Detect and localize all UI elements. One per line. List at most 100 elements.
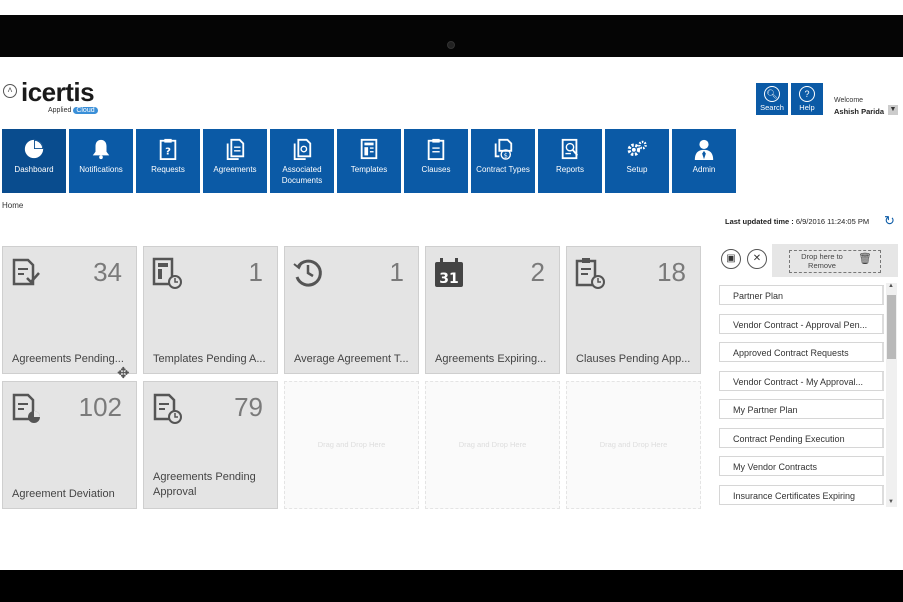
save-layout-icon[interactable]: ▣: [721, 249, 741, 269]
scroll-down-icon[interactable]: ▼: [888, 499, 894, 505]
tile-label: Average Agreement T...: [294, 353, 409, 365]
search-button-label: Search: [760, 103, 784, 112]
nav-label: Templates: [350, 165, 388, 174]
nav-associated-documents[interactable]: Associated Documents: [270, 129, 334, 193]
tile-label: Agreement Deviation: [12, 488, 115, 500]
nav-clauses[interactable]: Clauses: [404, 129, 468, 193]
gears-icon: [627, 140, 647, 157]
document-check-icon: [12, 258, 40, 286]
list-item[interactable]: Vendor Contract - My Approval...: [719, 371, 884, 391]
history-clock-icon: [293, 259, 322, 287]
nav-setup[interactable]: Setup: [605, 129, 669, 193]
help-button[interactable]: ? Help: [791, 83, 823, 115]
welcome-label: Welcome: [834, 97, 864, 104]
tile-label: Agreements Expiring...: [435, 353, 547, 365]
dashboard-tile[interactable]: 31 2 Agreements Expiring...: [425, 246, 560, 374]
dashboard-tile[interactable]: 102 Agreement Deviation: [2, 381, 137, 509]
trash-icon: 🗑︎: [858, 253, 872, 265]
app-screen: ˄ icertis Applied Cloud 🔍︎ Search ? Help…: [0, 57, 903, 570]
tile-count: 1: [248, 257, 263, 287]
svg-text:$: $: [504, 151, 508, 159]
nav-label: Associated Documents: [281, 165, 323, 185]
nav-label: Agreements: [213, 165, 257, 174]
list-item[interactable]: Vendor Contract - Approval Pen...: [719, 314, 884, 334]
device-bezel-top: [0, 15, 903, 57]
dashboard-tile[interactable]: 34 Agreements Pending...: [2, 246, 137, 374]
tile-count: 1: [389, 257, 404, 287]
contract-type-icon: $: [494, 138, 513, 160]
nav-label: Contract Types: [476, 165, 530, 174]
list-item[interactable]: My Vendor Contracts: [719, 456, 884, 476]
list-item[interactable]: Contract Pending Execution: [719, 428, 884, 448]
last-updated-time: Last updated time : 6/9/2016 11:24:05 PM: [725, 217, 870, 226]
user-menu-dropdown-icon[interactable]: ▼: [888, 105, 898, 115]
tile-count: 34: [93, 257, 122, 287]
nav-admin[interactable]: Admin: [672, 129, 736, 193]
search-icon: 🔍︎: [764, 86, 780, 102]
tile-label: Clauses Pending App...: [576, 353, 691, 365]
frame-top: [0, 0, 903, 15]
calendar-31-icon: 31: [435, 258, 463, 287]
nav-label: Setup: [626, 165, 648, 174]
help-button-label: Help: [799, 103, 815, 112]
logo-cloud-badge: Cloud: [73, 107, 98, 114]
nav-requests[interactable]: ? Requests: [136, 129, 200, 193]
user-name[interactable]: Ashish Parida: [834, 107, 884, 116]
empty-tile-slot[interactable]: Drag and Drop Here: [425, 381, 560, 509]
nav-label: Reports: [555, 165, 584, 174]
tile-count: 18: [657, 257, 686, 287]
widget-list-scrollbar[interactable]: ▲ ▼: [886, 283, 897, 507]
search-button[interactable]: 🔍︎ Search: [756, 83, 788, 115]
dashboard-tile[interactable]: 79 Agreements Pending Approval: [143, 381, 278, 509]
dashboard-tile[interactable]: 1 Average Agreement T...: [284, 246, 419, 374]
clipboard-question-icon: ?: [159, 138, 177, 160]
collapse-up-icon[interactable]: ˄: [3, 84, 17, 98]
tile-label: Agreements Pending...: [12, 353, 124, 365]
associated-documents-icon: [293, 138, 312, 160]
list-item[interactable]: Insurance Certificates Expiring: [719, 485, 884, 505]
drag-drop-placeholder: Drag and Drop Here: [599, 440, 668, 449]
drop-remove-zone[interactable]: Drop here to Remove 🗑︎: [772, 244, 898, 277]
document-pie-icon: [12, 393, 40, 423]
list-item[interactable]: Partner Plan: [719, 285, 884, 305]
template-clock-icon: [152, 257, 182, 289]
nav-templates[interactable]: Templates: [337, 129, 401, 193]
clipboard-icon: [427, 138, 445, 160]
breadcrumb[interactable]: Home: [2, 201, 23, 210]
template-icon: [360, 138, 378, 160]
nav-notifications[interactable]: Notifications: [69, 129, 133, 193]
admin-user-icon: [694, 139, 714, 160]
nav-agreements[interactable]: Agreements: [203, 129, 267, 193]
nav-dashboard[interactable]: Dashboard: [2, 129, 66, 193]
list-item[interactable]: My Partner Plan: [719, 399, 884, 419]
tile-count: 79: [234, 392, 263, 422]
nav-label: Admin: [692, 165, 716, 174]
logo-subtext: Applied Cloud: [48, 107, 98, 114]
drop-remove-text: Drop here to Remove: [801, 252, 843, 270]
scroll-thumb[interactable]: [887, 295, 896, 359]
documents-icon: [226, 138, 245, 160]
dashboard-tile[interactable]: 1 Templates Pending A...: [143, 246, 278, 374]
dashboard-tile[interactable]: 18 Clauses Pending App...: [566, 246, 701, 374]
empty-tile-slot[interactable]: Drag and Drop Here: [566, 381, 701, 509]
drag-drop-placeholder: Drag and Drop Here: [317, 440, 386, 449]
svg-text:?: ?: [165, 147, 171, 158]
close-icon[interactable]: ✕: [747, 249, 767, 269]
nav-label: Notifications: [79, 165, 123, 174]
empty-tile-slot[interactable]: Drag and Drop Here: [284, 381, 419, 509]
scroll-up-icon[interactable]: ▲: [888, 283, 894, 289]
nav-label: Dashboard: [14, 165, 54, 174]
icertis-logo: ˄ icertis Applied Cloud: [3, 77, 113, 119]
nav-contract-types[interactable]: $ Contract Types: [471, 129, 535, 193]
nav-reports[interactable]: Reports: [538, 129, 602, 193]
nav-label: Clauses: [421, 165, 451, 174]
list-item[interactable]: Approved Contract Requests: [719, 342, 884, 362]
clipboard-clock-icon: [575, 258, 605, 289]
drag-drop-placeholder: Drag and Drop Here: [458, 440, 527, 449]
help-icon: ?: [799, 86, 815, 102]
pie-chart-icon: [24, 139, 44, 159]
refresh-icon[interactable]: ↻: [884, 214, 896, 227]
tile-count: 2: [530, 257, 545, 287]
tile-label: Templates Pending A...: [153, 353, 266, 365]
device-bezel-bottom: [0, 570, 903, 602]
